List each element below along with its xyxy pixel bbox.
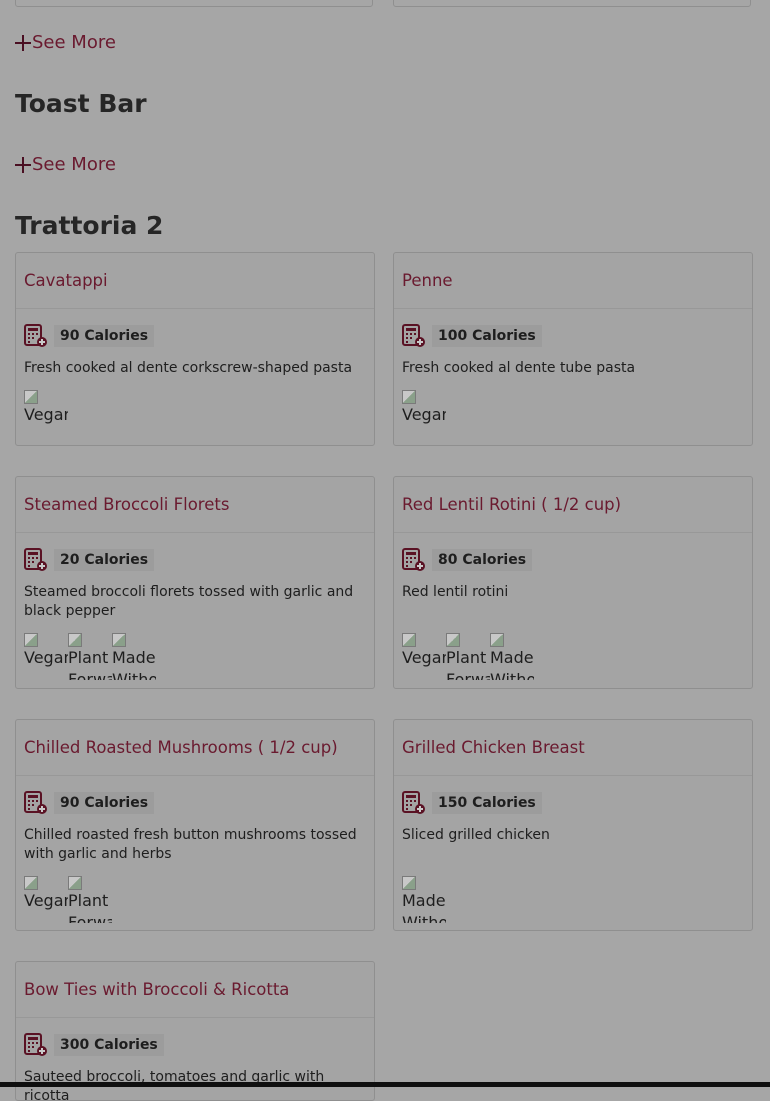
dietary-tag-vegan: Vegan	[402, 633, 446, 680]
broken-image-icon	[24, 390, 38, 404]
plus-icon	[15, 34, 31, 51]
menu-item-card[interactable]	[393, 0, 751, 7]
broken-image-icon	[24, 876, 38, 890]
menu-item-name[interactable]: Chilled Roasted Mushrooms ( 1/2 cup)	[16, 720, 374, 776]
menu-item-card: Cavatappi 90 Calories Fresh cooked al de…	[15, 252, 375, 446]
plus-icon	[15, 156, 31, 173]
dietary-tag-made-without: Made Without	[490, 633, 534, 680]
broken-image-icon	[112, 633, 126, 647]
nutrition-calculator-icon[interactable]	[24, 791, 48, 815]
calories-badge: 90 Calories	[54, 792, 155, 814]
see-more-button[interactable]: See More	[15, 32, 116, 53]
menu-item-card: Steamed Broccoli Florets 20 Calories Ste…	[15, 476, 375, 689]
menu-item-description: Fresh cooked al dente corkscrew-shaped p…	[24, 360, 353, 376]
menu-item-card: Bow Ties with Broccoli & Ricotta 300 Cal…	[15, 961, 375, 1101]
nutrition-calculator-icon[interactable]	[24, 1033, 48, 1057]
bottom-bar	[0, 1082, 770, 1087]
broken-image-icon	[402, 876, 416, 890]
dietary-tags: Vegan Plant Forward Made Without	[24, 633, 366, 680]
menu-item-card: Grilled Chicken Breast 150 Calories Slic…	[393, 719, 753, 931]
menu-item-name[interactable]: Penne	[394, 253, 752, 309]
dietary-tags: Vegan	[24, 390, 366, 437]
broken-image-icon	[68, 633, 82, 647]
broken-image-icon	[402, 633, 416, 647]
menu-item-name[interactable]: Red Lentil Rotini ( 1/2 cup)	[394, 477, 752, 533]
menu-item-description: Sliced grilled chicken	[402, 827, 550, 843]
broken-image-icon	[68, 876, 82, 890]
dietary-tag-made-without: Made Without	[112, 633, 156, 680]
nutrition-calculator-icon[interactable]	[24, 324, 48, 348]
dietary-tag-vegan: Vegan	[24, 633, 68, 680]
menu-item-description: Red lentil rotini	[402, 584, 509, 600]
broken-image-icon	[402, 390, 416, 404]
calories-badge: 80 Calories	[432, 549, 533, 571]
broken-image-icon	[490, 633, 504, 647]
dietary-tag-plant-forward: Plant Forward	[68, 633, 112, 680]
dietary-tag-vegan: Vegan	[24, 390, 68, 437]
previous-section-cards	[15, 0, 753, 7]
calories-badge: 150 Calories	[432, 792, 542, 814]
menu-item-card: Chilled Roasted Mushrooms ( 1/2 cup) 90 …	[15, 719, 375, 931]
menu-item-card[interactable]	[15, 0, 373, 7]
menu-item-name[interactable]: Bow Ties with Broccoli & Ricotta	[16, 962, 374, 1018]
dietary-tag-plant-forward: Plant Forward	[446, 633, 490, 680]
menu-item-description: Steamed broccoli florets tossed with gar…	[24, 584, 354, 619]
dietary-tags: Vegan	[402, 390, 744, 437]
menu-item-description: Chilled roasted fresh button mushrooms t…	[24, 827, 357, 862]
calories-badge: 300 Calories	[54, 1034, 164, 1056]
menu-item-card: Red Lentil Rotini ( 1/2 cup) 80 Calories…	[393, 476, 753, 689]
see-more-label: See More	[32, 154, 116, 175]
calories-badge: 90 Calories	[54, 325, 155, 347]
calories-badge: 100 Calories	[432, 325, 542, 347]
dietary-tag-vegan: Vegan	[24, 876, 68, 923]
section-title-trattoria: Trattoria 2	[15, 211, 164, 240]
menu-item-name[interactable]: Cavatappi	[16, 253, 374, 309]
menu-item-card: Penne 100 Calories Fresh cooked al dente…	[393, 252, 753, 446]
broken-image-icon	[446, 633, 460, 647]
dietary-tags: Vegan Plant Forward Made Without	[402, 633, 744, 680]
menu-item-name[interactable]: Grilled Chicken Breast	[394, 720, 752, 776]
dietary-tag-plant-forward: Plant Forward	[68, 876, 112, 923]
dietary-tag-vegan: Vegan	[402, 390, 446, 437]
dietary-tags: Vegan Plant Forward	[24, 876, 366, 923]
nutrition-calculator-icon[interactable]	[402, 791, 426, 815]
calories-badge: 20 Calories	[54, 549, 155, 571]
dietary-tags: Made Without	[402, 876, 744, 923]
nutrition-calculator-icon[interactable]	[24, 548, 48, 572]
dietary-tag-made-without: Made Without	[402, 876, 446, 923]
nutrition-calculator-icon[interactable]	[402, 324, 426, 348]
broken-image-icon	[24, 633, 38, 647]
see-more-button[interactable]: See More	[15, 154, 116, 175]
menu-item-description: Fresh cooked al dente tube pasta	[402, 360, 636, 376]
see-more-label: See More	[32, 32, 116, 53]
section-title-toast-bar: Toast Bar	[15, 89, 147, 118]
menu-item-name[interactable]: Steamed Broccoli Florets	[16, 477, 374, 533]
nutrition-calculator-icon[interactable]	[402, 548, 426, 572]
